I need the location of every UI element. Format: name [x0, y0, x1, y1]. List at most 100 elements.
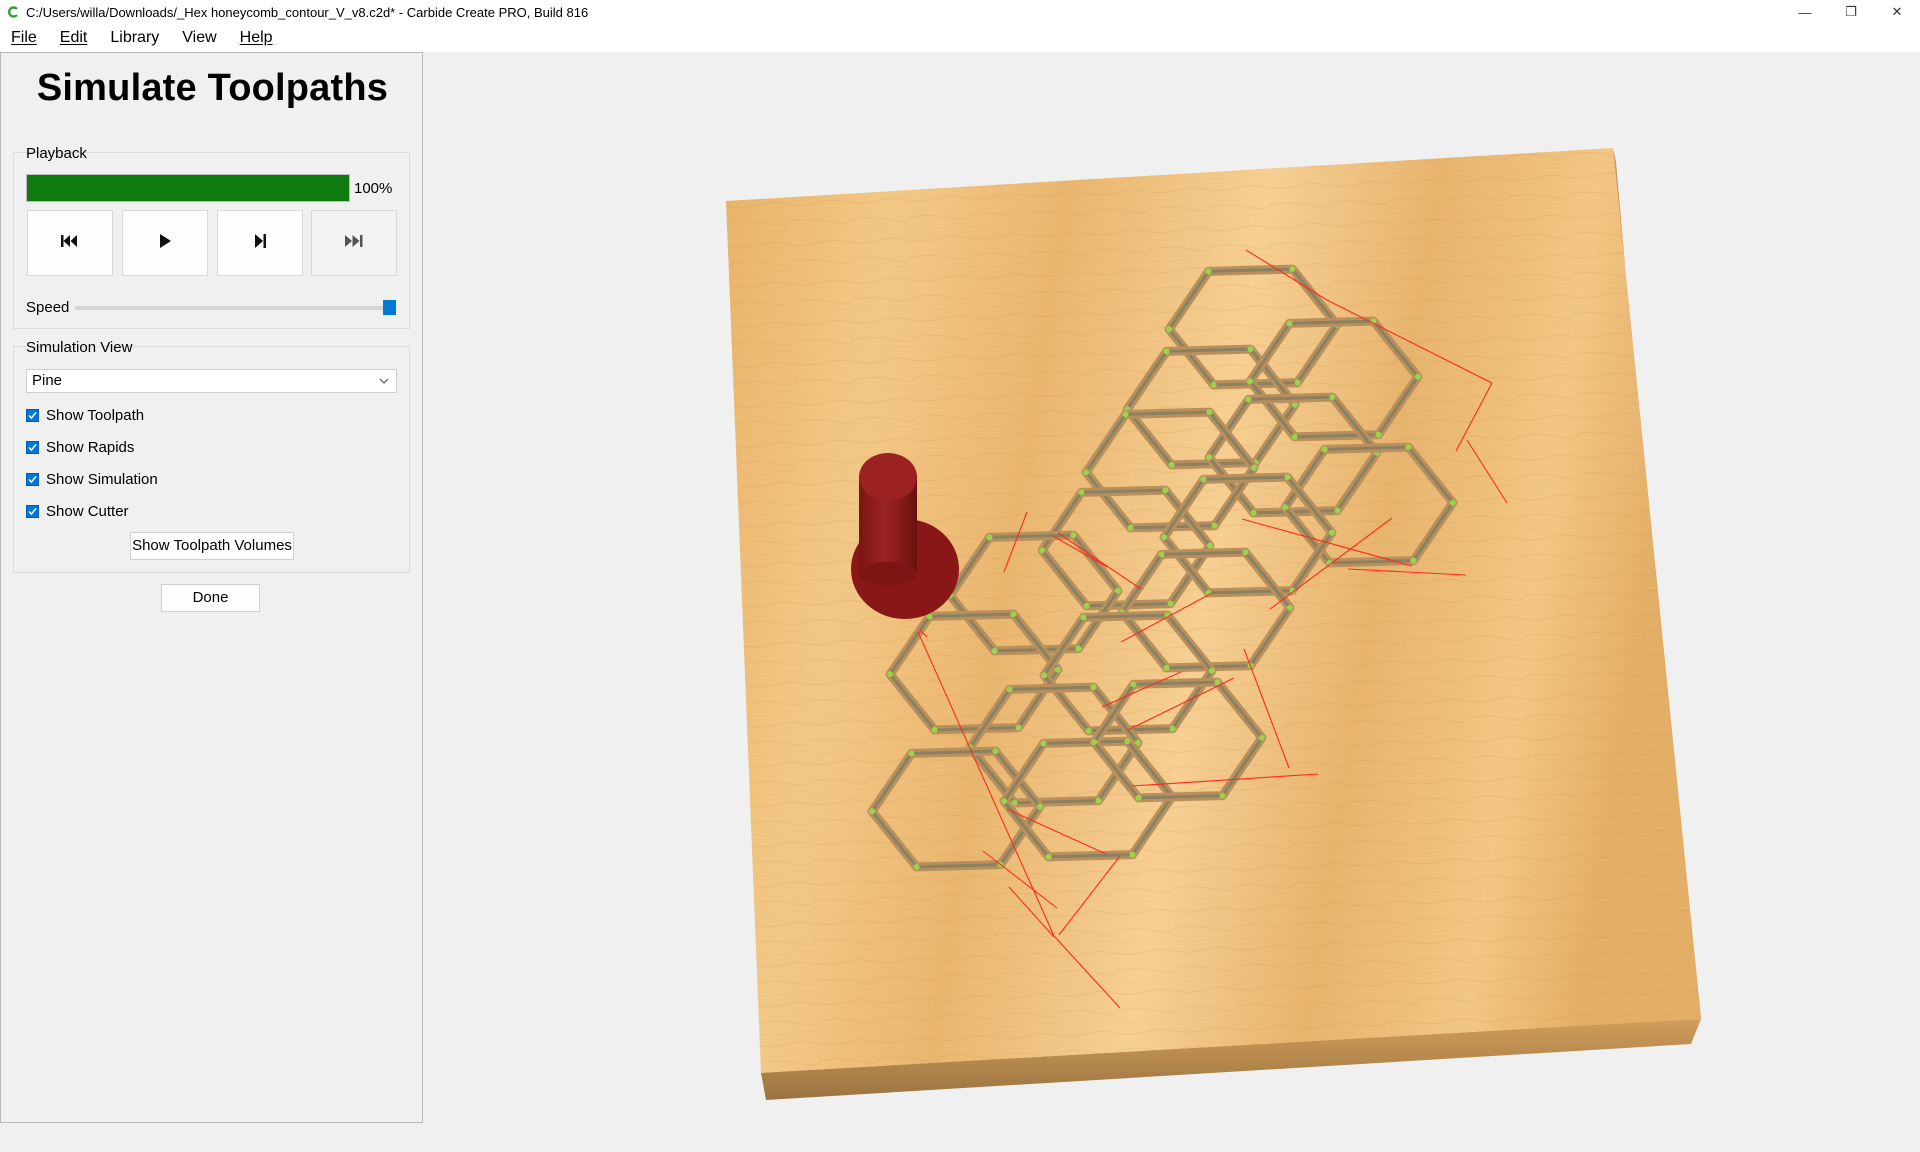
- toolpath-vertex: [1289, 266, 1296, 273]
- checkmark-icon: [26, 408, 39, 422]
- toolpath-vertex: [1334, 507, 1341, 514]
- toolpath-vertex: [1169, 725, 1176, 732]
- toolpath-vertex: [1091, 739, 1098, 746]
- toolpath-vertex: [913, 863, 920, 870]
- toolpath-vertex: [1006, 686, 1013, 693]
- show-toolpath-volumes-button[interactable]: Show Toolpath Volumes: [130, 532, 294, 560]
- toolpath-vertex: [1080, 614, 1087, 621]
- toolpath-vertex: [1410, 557, 1417, 564]
- toolpath-vertex: [1206, 542, 1213, 549]
- restore-button[interactable]: ❐: [1828, 0, 1874, 24]
- show-toolpath-checkbox[interactable]: Show Toolpath: [26, 405, 144, 425]
- toolpath-vertex: [1036, 803, 1043, 810]
- toolpath-vertex: [1405, 444, 1412, 451]
- toolpath-vertex: [1291, 433, 1298, 440]
- show-toolpath-label: Show Toolpath: [46, 406, 145, 424]
- playback-label: Playback: [26, 145, 87, 162]
- toolpath-vertex: [1078, 489, 1085, 496]
- checkmark-icon: [26, 440, 39, 454]
- speed-slider-thumb[interactable]: [383, 300, 396, 315]
- toolpath-vertex: [1211, 522, 1218, 529]
- panel-title: Simulate Toolpaths: [36, 67, 389, 109]
- chevron-down-icon: [379, 370, 389, 400]
- speed-slider-track[interactable]: [75, 306, 387, 310]
- show-simulation-label: Show Simulation: [46, 470, 158, 488]
- toolpath-vertex: [1045, 853, 1052, 860]
- material-select[interactable]: Pine: [26, 369, 397, 393]
- toolpath-vertex: [991, 647, 998, 654]
- toolpath-vertex: [1247, 346, 1254, 353]
- close-button[interactable]: ✕: [1874, 0, 1920, 24]
- title-bar: C:/Users/willa/Downloads/_Hex honeycomb_…: [0, 0, 1920, 24]
- show-rapids-label: Show Rapids: [46, 438, 135, 456]
- toolpath-vertex: [1124, 738, 1131, 745]
- toolpath-vertex: [1001, 798, 1008, 805]
- toolpath-vertex: [1205, 268, 1212, 275]
- minimize-icon: —: [1798, 4, 1812, 20]
- toolpath-vertex: [1219, 792, 1226, 799]
- skip-to-start-icon: [60, 233, 80, 254]
- toolpath-vertex: [1250, 464, 1257, 471]
- toolpath-vertex: [1085, 727, 1092, 734]
- toolpath-vertex: [1208, 667, 1215, 674]
- toolpath-vertex: [1321, 446, 1328, 453]
- toolpath-vertex: [1163, 348, 1170, 355]
- toolpath-vertex: [1284, 474, 1291, 481]
- toolpath-vertex: [1245, 396, 1252, 403]
- menu-file[interactable]: File: [0, 24, 49, 52]
- show-simulation-checkbox[interactable]: Show Simulation: [26, 469, 158, 489]
- show-rapids-checkbox[interactable]: Show Rapids: [26, 437, 134, 457]
- toolpath-vertex: [1449, 499, 1456, 506]
- simulation-3d-scene[interactable]: [424, 52, 1920, 1123]
- close-icon: ✕: [1891, 4, 1903, 19]
- minimize-button[interactable]: —: [1782, 0, 1828, 24]
- menu-edit[interactable]: Edit: [49, 24, 100, 52]
- step-forward-icon: [252, 233, 268, 254]
- menu-library[interactable]: Library: [99, 24, 171, 52]
- toolpath-vertex: [1090, 684, 1097, 691]
- toolpath-vertex: [1130, 681, 1137, 688]
- show-cutter-label: Show Cutter: [46, 502, 129, 520]
- menu-view[interactable]: View: [171, 24, 228, 52]
- done-button[interactable]: Done: [161, 584, 260, 612]
- toolpath-vertex: [1200, 476, 1207, 483]
- toolpath-vertex: [1015, 724, 1022, 731]
- toolpath-vertex: [1127, 524, 1134, 531]
- toolpath-vertex: [1167, 600, 1174, 607]
- rewind-button[interactable]: [27, 210, 113, 276]
- toolpath-vertex: [1161, 534, 1168, 541]
- toolpath-vertex: [1206, 454, 1213, 461]
- skip-to-end-button[interactable]: [311, 210, 397, 276]
- toolpath-vertex: [869, 808, 876, 815]
- cutter-shaft-bottom: [859, 562, 917, 586]
- toolpath-vertex: [1294, 379, 1301, 386]
- toolpath-vertex: [1158, 551, 1165, 558]
- toolpath-vertex: [1040, 740, 1047, 747]
- step-forward-button[interactable]: [217, 210, 303, 276]
- checkmark-icon: [26, 472, 39, 486]
- play-button[interactable]: [122, 210, 208, 276]
- menu-help[interactable]: Help: [229, 24, 285, 52]
- restore-icon: ❐: [1845, 4, 1857, 19]
- simulation-view-label: Simulation View: [26, 339, 133, 356]
- toolpath-vertex: [1328, 529, 1335, 536]
- status-strip: [0, 1123, 1920, 1152]
- toolpath-vertex: [1129, 851, 1136, 858]
- simulation-viewport[interactable]: [424, 52, 1920, 1123]
- carbide-create-app-icon: [6, 5, 20, 19]
- toolpath-vertex: [1214, 679, 1221, 686]
- toolpath-vertex: [1083, 602, 1090, 609]
- material-select-value: Pine: [32, 372, 63, 389]
- toolpath-vertex: [1041, 672, 1048, 679]
- toolpath-vertex: [1166, 326, 1173, 333]
- toolpath-vertex: [1114, 587, 1121, 594]
- toolpath-vertex: [1258, 734, 1265, 741]
- progress-fill: [27, 175, 349, 201]
- toolpath-vertex: [1242, 549, 1249, 556]
- toolpath-vertex: [1206, 409, 1213, 416]
- toolpath-vertex: [931, 726, 938, 733]
- toolpath-vertex: [887, 671, 894, 678]
- toolpath-vertex: [1329, 394, 1336, 401]
- toolpath-vertex: [1375, 431, 1382, 438]
- show-cutter-checkbox[interactable]: Show Cutter: [26, 501, 129, 521]
